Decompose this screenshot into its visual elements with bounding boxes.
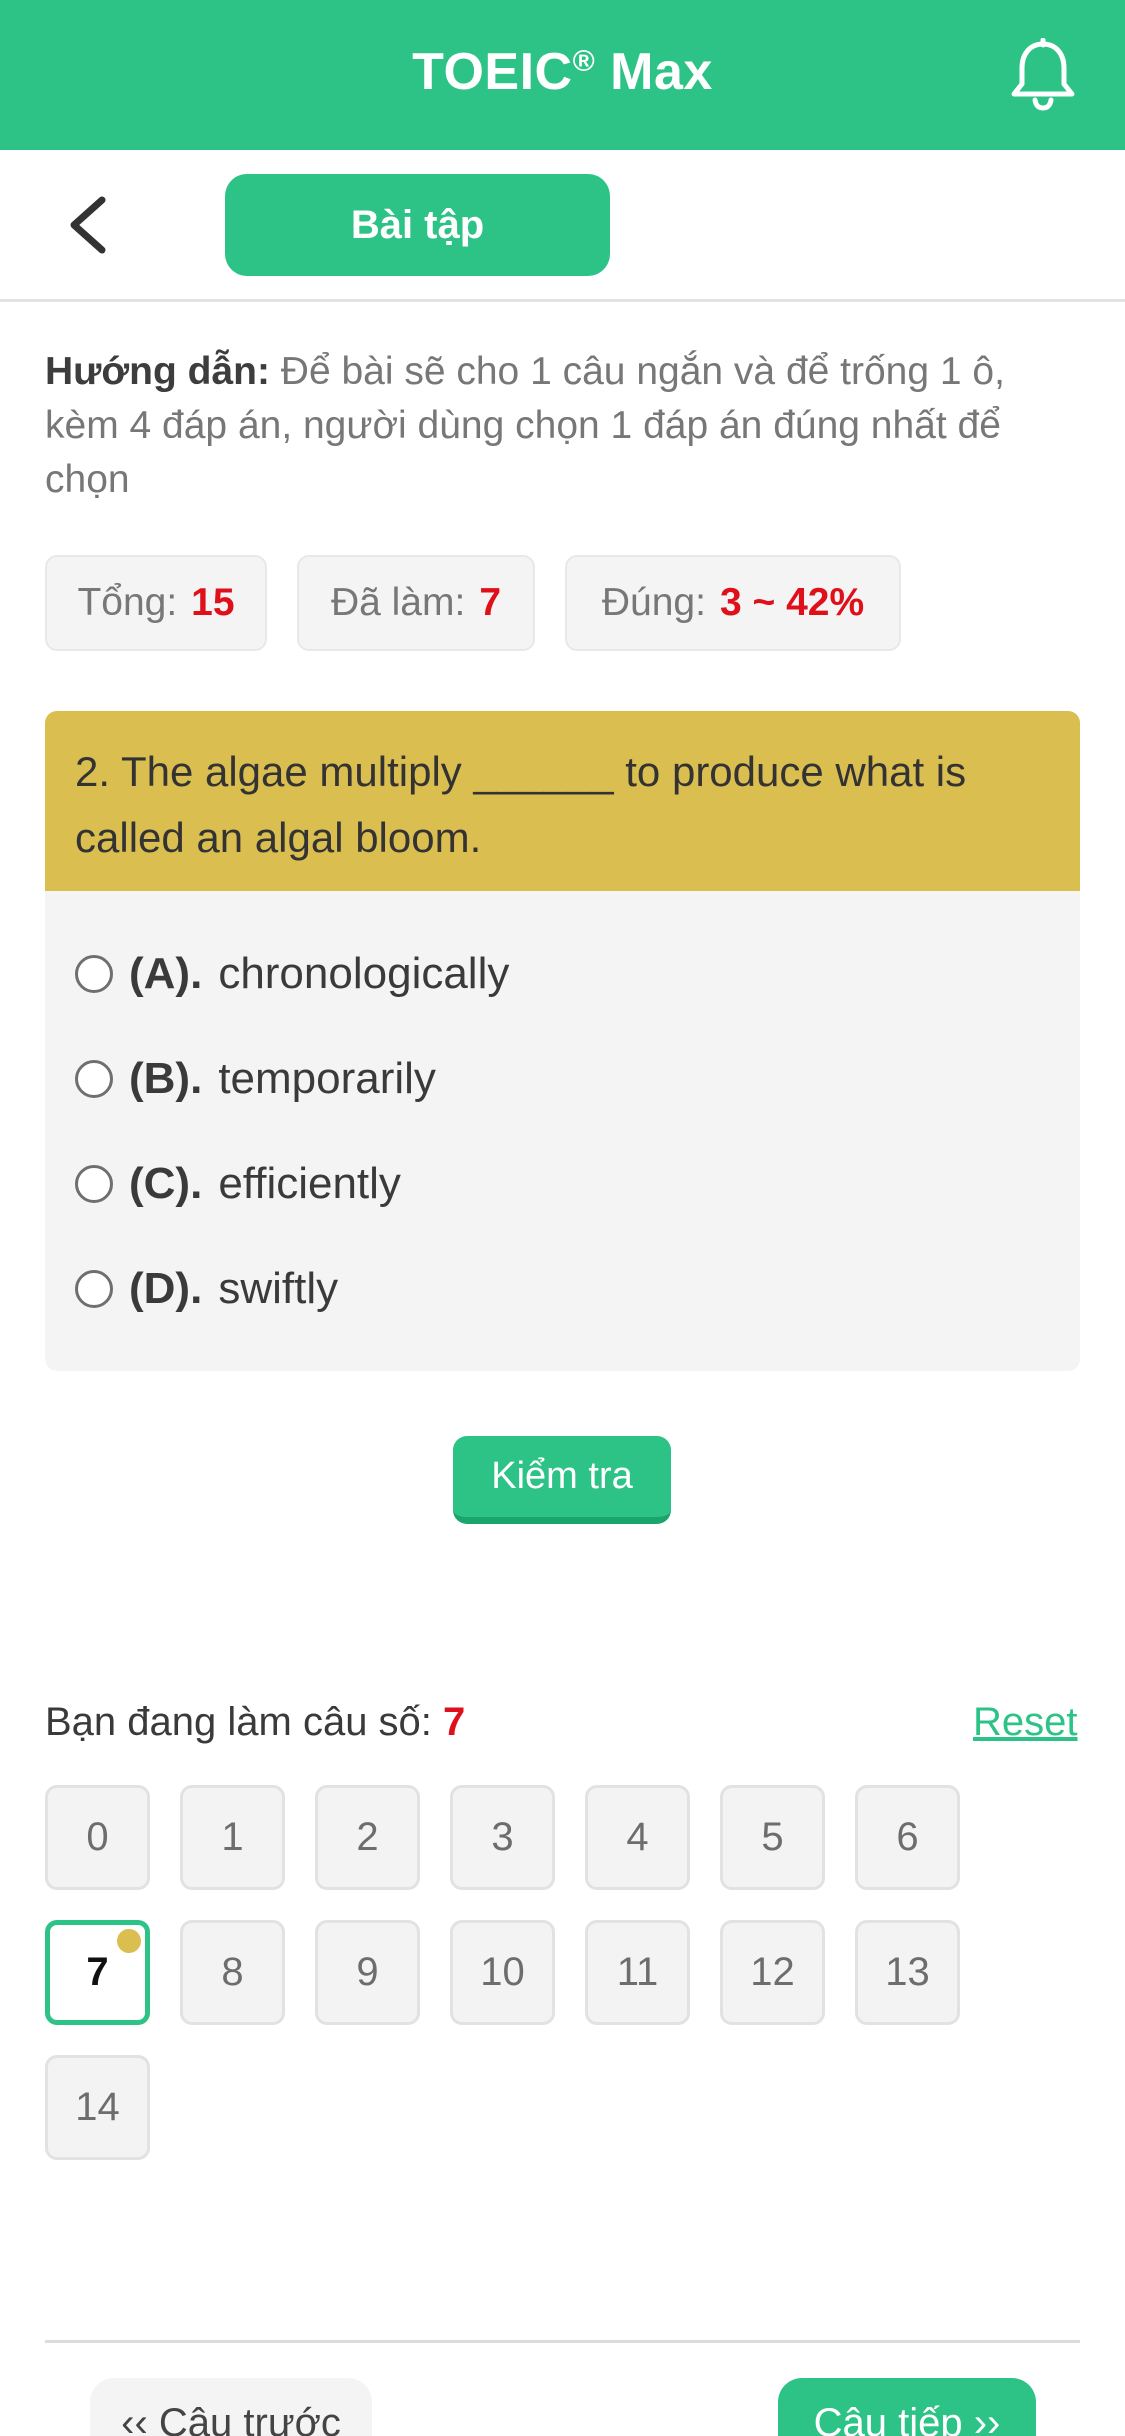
next-question-button[interactable]: Câu tiếp ››	[778, 2378, 1036, 2436]
question-number-2[interactable]: 2	[315, 1785, 420, 1890]
chevron-left-icon[interactable]	[60, 190, 120, 260]
question-card: 2. The algae multiply ______ to produce …	[45, 711, 1080, 1371]
question-number-9[interactable]: 9	[315, 1920, 420, 2025]
divider	[45, 2340, 1080, 2343]
question-number-1[interactable]: 1	[180, 1785, 285, 1890]
question-number-4[interactable]: 4	[585, 1785, 690, 1890]
option-a[interactable]: (A). chronologically	[75, 944, 509, 1004]
stat-correct: Đúng: 3 ~ 42%	[565, 555, 901, 651]
radio-button[interactable]	[75, 1060, 113, 1098]
instructions-label: Hướng dẫn:	[45, 350, 270, 393]
current-marker-dot	[117, 1929, 141, 1953]
question-text: 2. The algae multiply ______ to produce …	[45, 711, 1080, 891]
question-number-5[interactable]: 5	[720, 1785, 825, 1890]
instructions: Hướng dẫn: Để bài sẽ cho 1 câu ngắn và đ…	[45, 345, 1085, 507]
question-number-8[interactable]: 8	[180, 1920, 285, 2025]
question-number-10[interactable]: 10	[450, 1920, 555, 2025]
subheader: Bài tập	[0, 150, 1125, 302]
question-number-14[interactable]: 14	[45, 2055, 150, 2160]
tab-exercises[interactable]: Bài tập	[225, 174, 610, 276]
option-c[interactable]: (C). efficiently	[75, 1154, 401, 1214]
stat-total: Tổng: 15	[45, 555, 267, 651]
question-number-0[interactable]: 0	[45, 1785, 150, 1890]
app-bar: TOEIC® Max	[0, 0, 1125, 150]
radio-button[interactable]	[75, 1165, 113, 1203]
question-number-13[interactable]: 13	[855, 1920, 960, 2025]
option-b[interactable]: (B). temporarily	[75, 1049, 436, 1109]
question-number-11[interactable]: 11	[585, 1920, 690, 2025]
option-d[interactable]: (D). swiftly	[75, 1259, 338, 1319]
question-number-6[interactable]: 6	[855, 1785, 960, 1890]
current-question-label: Bạn đang làm câu số: 7	[45, 1700, 466, 1744]
app-title: TOEIC® Max	[412, 43, 713, 101]
question-number-3[interactable]: 3	[450, 1785, 555, 1890]
stat-done: Đã làm: 7	[297, 555, 535, 651]
question-number-12[interactable]: 12	[720, 1920, 825, 2025]
check-button[interactable]: Kiểm tra	[453, 1436, 671, 1524]
question-number-7[interactable]: 7	[45, 1920, 150, 2025]
reset-link[interactable]: Reset	[973, 1700, 1078, 1745]
bell-icon[interactable]	[1008, 37, 1078, 112]
radio-button[interactable]	[75, 955, 113, 993]
radio-button[interactable]	[75, 1270, 113, 1308]
prev-question-button[interactable]: ‹‹ Câu trước	[90, 2378, 372, 2436]
